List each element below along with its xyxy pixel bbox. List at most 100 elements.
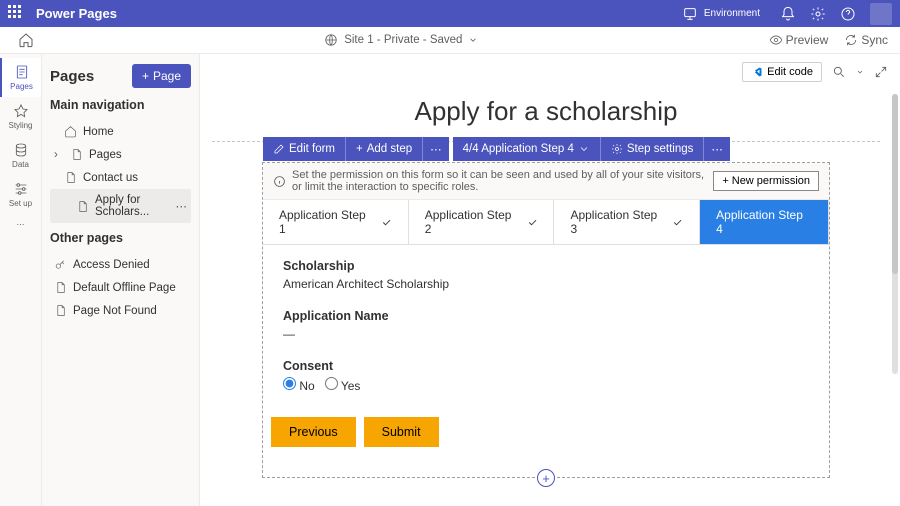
vscode-icon — [751, 66, 763, 78]
nav-home[interactable]: Home — [50, 120, 191, 143]
main-nav-heading: Main navigation — [50, 98, 191, 112]
nav-apply-scholarship[interactable]: Apply for Scholars... ⋯ — [50, 189, 191, 223]
permission-banner: Set the permission on this form so it ca… — [263, 163, 829, 200]
more-icon: ⋯ — [430, 142, 442, 156]
page-icon — [70, 148, 83, 161]
edit-code-button[interactable]: Edit code — [742, 62, 822, 82]
more-icon: ⋯ — [711, 142, 723, 156]
sync-icon — [844, 33, 858, 47]
nav-pages-group[interactable]: › Pages — [50, 143, 191, 166]
environment-label: Environment — [704, 8, 760, 19]
rail-styling[interactable]: Styling — [0, 97, 41, 136]
consent-no-input[interactable] — [283, 377, 296, 390]
zoom-icon[interactable] — [832, 65, 846, 79]
preview-label: Preview — [786, 33, 829, 47]
design-canvas: Edit code Apply for a scholarship Edit f… — [200, 54, 900, 506]
form-body: Scholarship American Architect Scholarsh… — [263, 245, 829, 417]
nav-contact-us[interactable]: Contact us — [50, 166, 191, 189]
styling-icon — [13, 103, 29, 119]
environment-picker[interactable]: Environment — [682, 6, 760, 22]
pages-icon — [14, 64, 30, 80]
key-icon — [54, 258, 67, 271]
chevron-down-icon — [578, 143, 590, 155]
more-icon: ⋯ — [17, 220, 25, 229]
settings-icon[interactable] — [810, 6, 826, 22]
product-name: Power Pages — [36, 6, 117, 21]
appname-value: — — [283, 327, 809, 341]
add-page-button[interactable]: + Page — [132, 64, 191, 88]
other-pages-heading: Other pages — [50, 231, 191, 245]
scholarship-value: American Architect Scholarship — [283, 277, 809, 291]
rail-setup[interactable]: Set up — [0, 175, 41, 214]
chevron-down-icon[interactable] — [856, 68, 864, 76]
home-icon — [64, 125, 77, 138]
scholarship-label: Scholarship — [283, 259, 809, 273]
preview-button[interactable]: Preview — [769, 33, 829, 47]
scrollbar[interactable] — [892, 94, 898, 374]
tab-step-3[interactable]: Application Step 3 — [554, 200, 700, 244]
pages-sidebar: Pages + Page Main navigation Home › Page… — [42, 54, 200, 506]
submit-button[interactable]: Submit — [364, 417, 439, 447]
form-more-button[interactable]: ⋯ — [423, 137, 449, 161]
site-label: Site 1 - Private - Saved — [344, 34, 462, 46]
expand-icon[interactable] — [874, 65, 888, 79]
info-icon — [273, 175, 286, 188]
edit-form-button[interactable]: Edit form — [263, 137, 346, 161]
consent-yes-input[interactable] — [325, 377, 338, 390]
home-icon[interactable] — [18, 32, 34, 48]
notifications-icon[interactable] — [780, 6, 796, 22]
user-avatar[interactable] — [870, 3, 892, 25]
consent-yes[interactable]: Yes — [325, 377, 361, 393]
site-selector[interactable]: Site 1 - Private - Saved — [324, 33, 478, 47]
help-icon[interactable] — [840, 6, 856, 22]
page-icon — [64, 171, 77, 184]
step-settings-button[interactable]: Step settings — [601, 137, 704, 161]
plus-icon: + — [722, 175, 728, 187]
step-tabs: Application Step 1 Application Step 2 Ap… — [263, 200, 829, 245]
plus-icon: + — [356, 143, 363, 155]
sidebar-title: Pages — [50, 68, 94, 85]
nav-access-denied[interactable]: Access Denied — [50, 253, 191, 276]
command-bar: Site 1 - Private - Saved Preview Sync — [0, 27, 900, 54]
nav-not-found[interactable]: Page Not Found — [50, 299, 191, 322]
app-launcher-icon[interactable] — [8, 5, 26, 23]
multistep-form: Edit form + Add step ⋯ 4/4 Application S… — [262, 162, 830, 478]
page-icon — [54, 281, 67, 294]
add-step-button[interactable]: + Add step — [346, 137, 423, 161]
check-icon — [381, 217, 392, 228]
rail-data[interactable]: Data — [0, 136, 41, 175]
edit-code-label: Edit code — [767, 66, 813, 78]
chevron-down-icon — [468, 35, 478, 45]
plus-icon: + — [142, 69, 149, 83]
gear-icon — [611, 143, 623, 155]
sync-button[interactable]: Sync — [844, 33, 888, 47]
consent-radio-group: No Yes — [283, 377, 809, 393]
page-icon — [54, 304, 67, 317]
left-rail: Pages Styling Data Set up ⋯ — [0, 54, 42, 506]
check-icon — [672, 217, 683, 228]
tab-step-2[interactable]: Application Step 2 — [409, 200, 555, 244]
tab-step-1[interactable]: Application Step 1 — [263, 200, 409, 244]
tab-step-4[interactable]: Application Step 4 — [700, 200, 829, 244]
step-more-button[interactable]: ⋯ — [704, 137, 730, 161]
new-permission-button[interactable]: + New permission — [713, 171, 819, 191]
step-indicator-button[interactable]: 4/4 Application Step 4 — [453, 137, 601, 161]
add-page-label: Page — [153, 69, 181, 83]
consent-no[interactable]: No — [283, 377, 315, 393]
add-section-button[interactable]: + — [537, 469, 555, 487]
consent-label: Consent — [283, 359, 809, 373]
sync-label: Sync — [861, 33, 888, 47]
environment-icon — [682, 6, 698, 22]
edit-icon — [273, 143, 285, 155]
nav-offline-page[interactable]: Default Offline Page — [50, 276, 191, 299]
previous-button[interactable]: Previous — [271, 417, 356, 447]
permission-message: Set the permission on this form so it ca… — [292, 169, 707, 193]
page-title: Apply for a scholarship — [206, 96, 886, 127]
rail-pages[interactable]: Pages — [0, 58, 41, 97]
form-toolbar: Edit form + Add step ⋯ 4/4 Application S… — [263, 137, 730, 161]
rail-more[interactable]: ⋯ — [0, 214, 41, 235]
more-icon[interactable]: ⋯ — [176, 199, 188, 213]
check-icon — [527, 217, 538, 228]
eye-icon — [769, 33, 783, 47]
chevron-right-icon: › — [54, 149, 64, 161]
